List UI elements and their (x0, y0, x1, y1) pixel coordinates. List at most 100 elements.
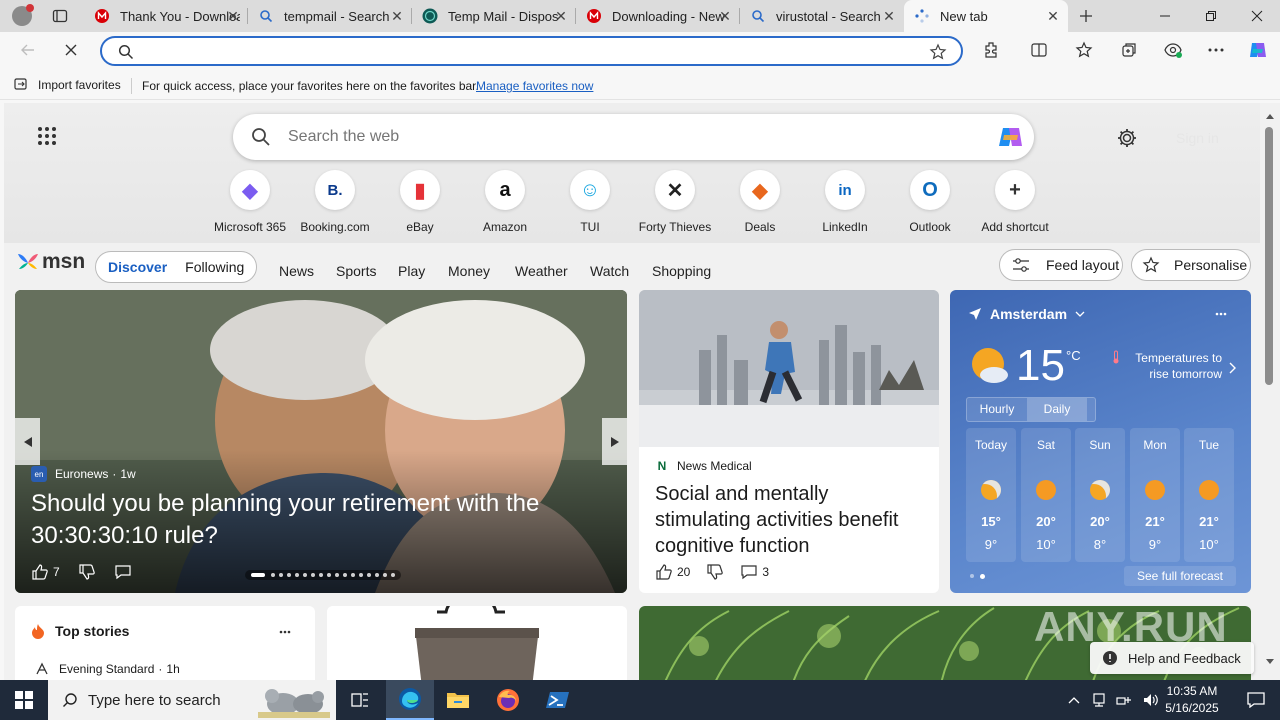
temp-unit[interactable]: °C (1066, 348, 1081, 363)
copilot-icon[interactable] (1242, 34, 1274, 66)
personalise-button[interactable]: Personalise (1131, 249, 1251, 281)
shortcut-amazon[interactable]: a Amazon (462, 170, 548, 234)
volume-icon[interactable] (1142, 692, 1160, 708)
minimize-button[interactable] (1142, 0, 1188, 32)
copilot-icon[interactable] (996, 122, 1026, 152)
taskbar-file-explorer[interactable] (434, 680, 482, 720)
shortcut-add-shortcut[interactable]: + Add shortcut (972, 170, 1058, 234)
feed-layout-button[interactable]: Feed layout (999, 249, 1123, 281)
stop-loading-button[interactable] (55, 34, 87, 66)
address-bar[interactable] (100, 36, 963, 66)
tab-tempmail-search[interactable]: tempmail - Search ✕ (248, 0, 412, 32)
comment-icon[interactable] (114, 563, 132, 581)
network-icon[interactable] (1116, 693, 1132, 707)
taskbar-search[interactable]: Type here to search (48, 680, 336, 720)
shortcut-booking-com[interactable]: B. Booking.com (292, 170, 378, 234)
pager-dot[interactable] (303, 573, 307, 577)
scroll-down-arrow-icon[interactable] (1265, 659, 1275, 665)
weather-location[interactable]: Amsterdam (968, 306, 1085, 322)
task-view-button[interactable] (336, 680, 384, 720)
shortcut-forty-thieves[interactable]: ✕ Forty Thieves (632, 170, 718, 234)
pager-dot[interactable] (295, 573, 299, 577)
collections-icon[interactable] (1113, 34, 1145, 66)
back-button[interactable] (12, 34, 44, 66)
story-card[interactable] (327, 606, 627, 680)
hero-story-card[interactable]: en Euronews · 1w Should you be planning … (15, 290, 627, 593)
weather-note[interactable]: Temperatures to rise tomorrow (1113, 350, 1222, 382)
msn-logo[interactable]: msn (16, 250, 85, 274)
new-tab-button[interactable] (1070, 0, 1102, 32)
shortcut-tui[interactable]: ☺ TUI (547, 170, 633, 234)
shortcut-linkedin[interactable]: in LinkedIn (802, 170, 888, 234)
help-feedback-button[interactable]: Help and Feedback (1090, 642, 1254, 674)
see-full-forecast-link[interactable]: See full forecast (1124, 566, 1236, 586)
address-input[interactable] (142, 42, 902, 60)
forecast-day[interactable]: Today 15° 9° (966, 428, 1016, 562)
extensions-icon[interactable] (975, 34, 1007, 66)
sign-in-button[interactable]: Sign in (1176, 130, 1219, 146)
pager-dot[interactable] (311, 573, 315, 577)
pager-dot[interactable] (343, 573, 347, 577)
split-screen-icon[interactable] (1023, 34, 1055, 66)
forecast-day[interactable]: Sat 20° 10° (1021, 428, 1071, 562)
shortcut-ebay[interactable]: ▮ eBay (377, 170, 463, 234)
close-icon[interactable]: ✕ (718, 9, 732, 23)
add-favorite-star-icon[interactable] (929, 43, 947, 61)
pager-dot[interactable] (287, 573, 291, 577)
tab-following[interactable]: Following (185, 259, 244, 275)
pager-dot[interactable] (367, 573, 371, 577)
hero-headline[interactable]: Should you be planning your retirement w… (31, 488, 591, 552)
nav-sports[interactable]: Sports (336, 263, 376, 279)
thumbs-up-icon[interactable] (655, 563, 673, 581)
thumbs-down-icon[interactable] (78, 563, 96, 581)
more-options-icon[interactable] (1200, 34, 1232, 66)
forecast-day[interactable]: Sun 20° 8° (1075, 428, 1125, 562)
start-button[interactable] (0, 680, 48, 720)
manage-favorites-link[interactable]: Manage favorites now (476, 79, 593, 93)
notifications-button[interactable] (1232, 680, 1280, 720)
favorites-icon[interactable] (1068, 34, 1100, 66)
thumbs-down-icon[interactable] (706, 563, 724, 581)
taskbar-firefox[interactable] (484, 680, 532, 720)
profile-avatar-icon[interactable] (6, 0, 38, 32)
forecast-day[interactable]: Mon 21° 9° (1130, 428, 1180, 562)
shortcut-microsoft-365[interactable]: ◆ Microsoft 365 (207, 170, 293, 234)
carousel-next-button[interactable] (602, 418, 627, 465)
tab-mega-thankyou[interactable]: Thank You - Downloa ✕ (84, 0, 248, 32)
import-favorites-button[interactable]: Import favorites (14, 78, 121, 92)
tab-actions-icon[interactable] (44, 0, 76, 32)
pager-dot[interactable] (351, 573, 355, 577)
more-icon[interactable] (279, 630, 291, 634)
close-icon[interactable]: ✕ (554, 9, 568, 23)
pager-dot[interactable] (319, 573, 323, 577)
story-card[interactable]: N News Medical Social and mentally stimu… (639, 290, 939, 593)
browser-essentials-icon[interactable] (1157, 34, 1189, 66)
pager-dot[interactable] (271, 573, 275, 577)
web-search-input[interactable] (288, 127, 938, 147)
pager-dot[interactable] (335, 573, 339, 577)
network-drive-icon[interactable] (1092, 692, 1106, 708)
chevron-up-icon[interactable] (1068, 696, 1080, 704)
scrollbar-thumb[interactable] (1265, 127, 1273, 385)
nav-news[interactable]: News (279, 263, 314, 279)
clock[interactable]: 10:35 AM 5/16/2025 (1160, 683, 1224, 717)
tab-daily[interactable]: Daily (1027, 398, 1087, 421)
pager-dot[interactable] (391, 573, 395, 577)
more-icon[interactable] (1215, 312, 1227, 316)
forecast-day[interactable]: Tue 21° 10° (1184, 428, 1234, 562)
pager-dot[interactable] (279, 573, 283, 577)
tab-hourly[interactable]: Hourly (967, 398, 1027, 421)
nav-weather[interactable]: Weather (515, 263, 568, 279)
close-window-button[interactable] (1234, 0, 1280, 32)
tab-discover[interactable]: Discover (108, 259, 167, 275)
taskbar-powershell[interactable] (534, 680, 582, 720)
web-search-box[interactable] (233, 114, 1034, 160)
taskbar-edge[interactable] (386, 680, 434, 720)
carousel-prev-button[interactable] (15, 418, 40, 465)
page-settings-icon[interactable] (1116, 127, 1138, 152)
nav-watch[interactable]: Watch (590, 263, 629, 279)
pager-dot[interactable] (359, 573, 363, 577)
tab-tempmail[interactable]: Temp Mail - Dispos ✕ (412, 0, 576, 32)
pager-dot[interactable] (375, 573, 379, 577)
thumbs-up-icon[interactable] (31, 563, 49, 581)
